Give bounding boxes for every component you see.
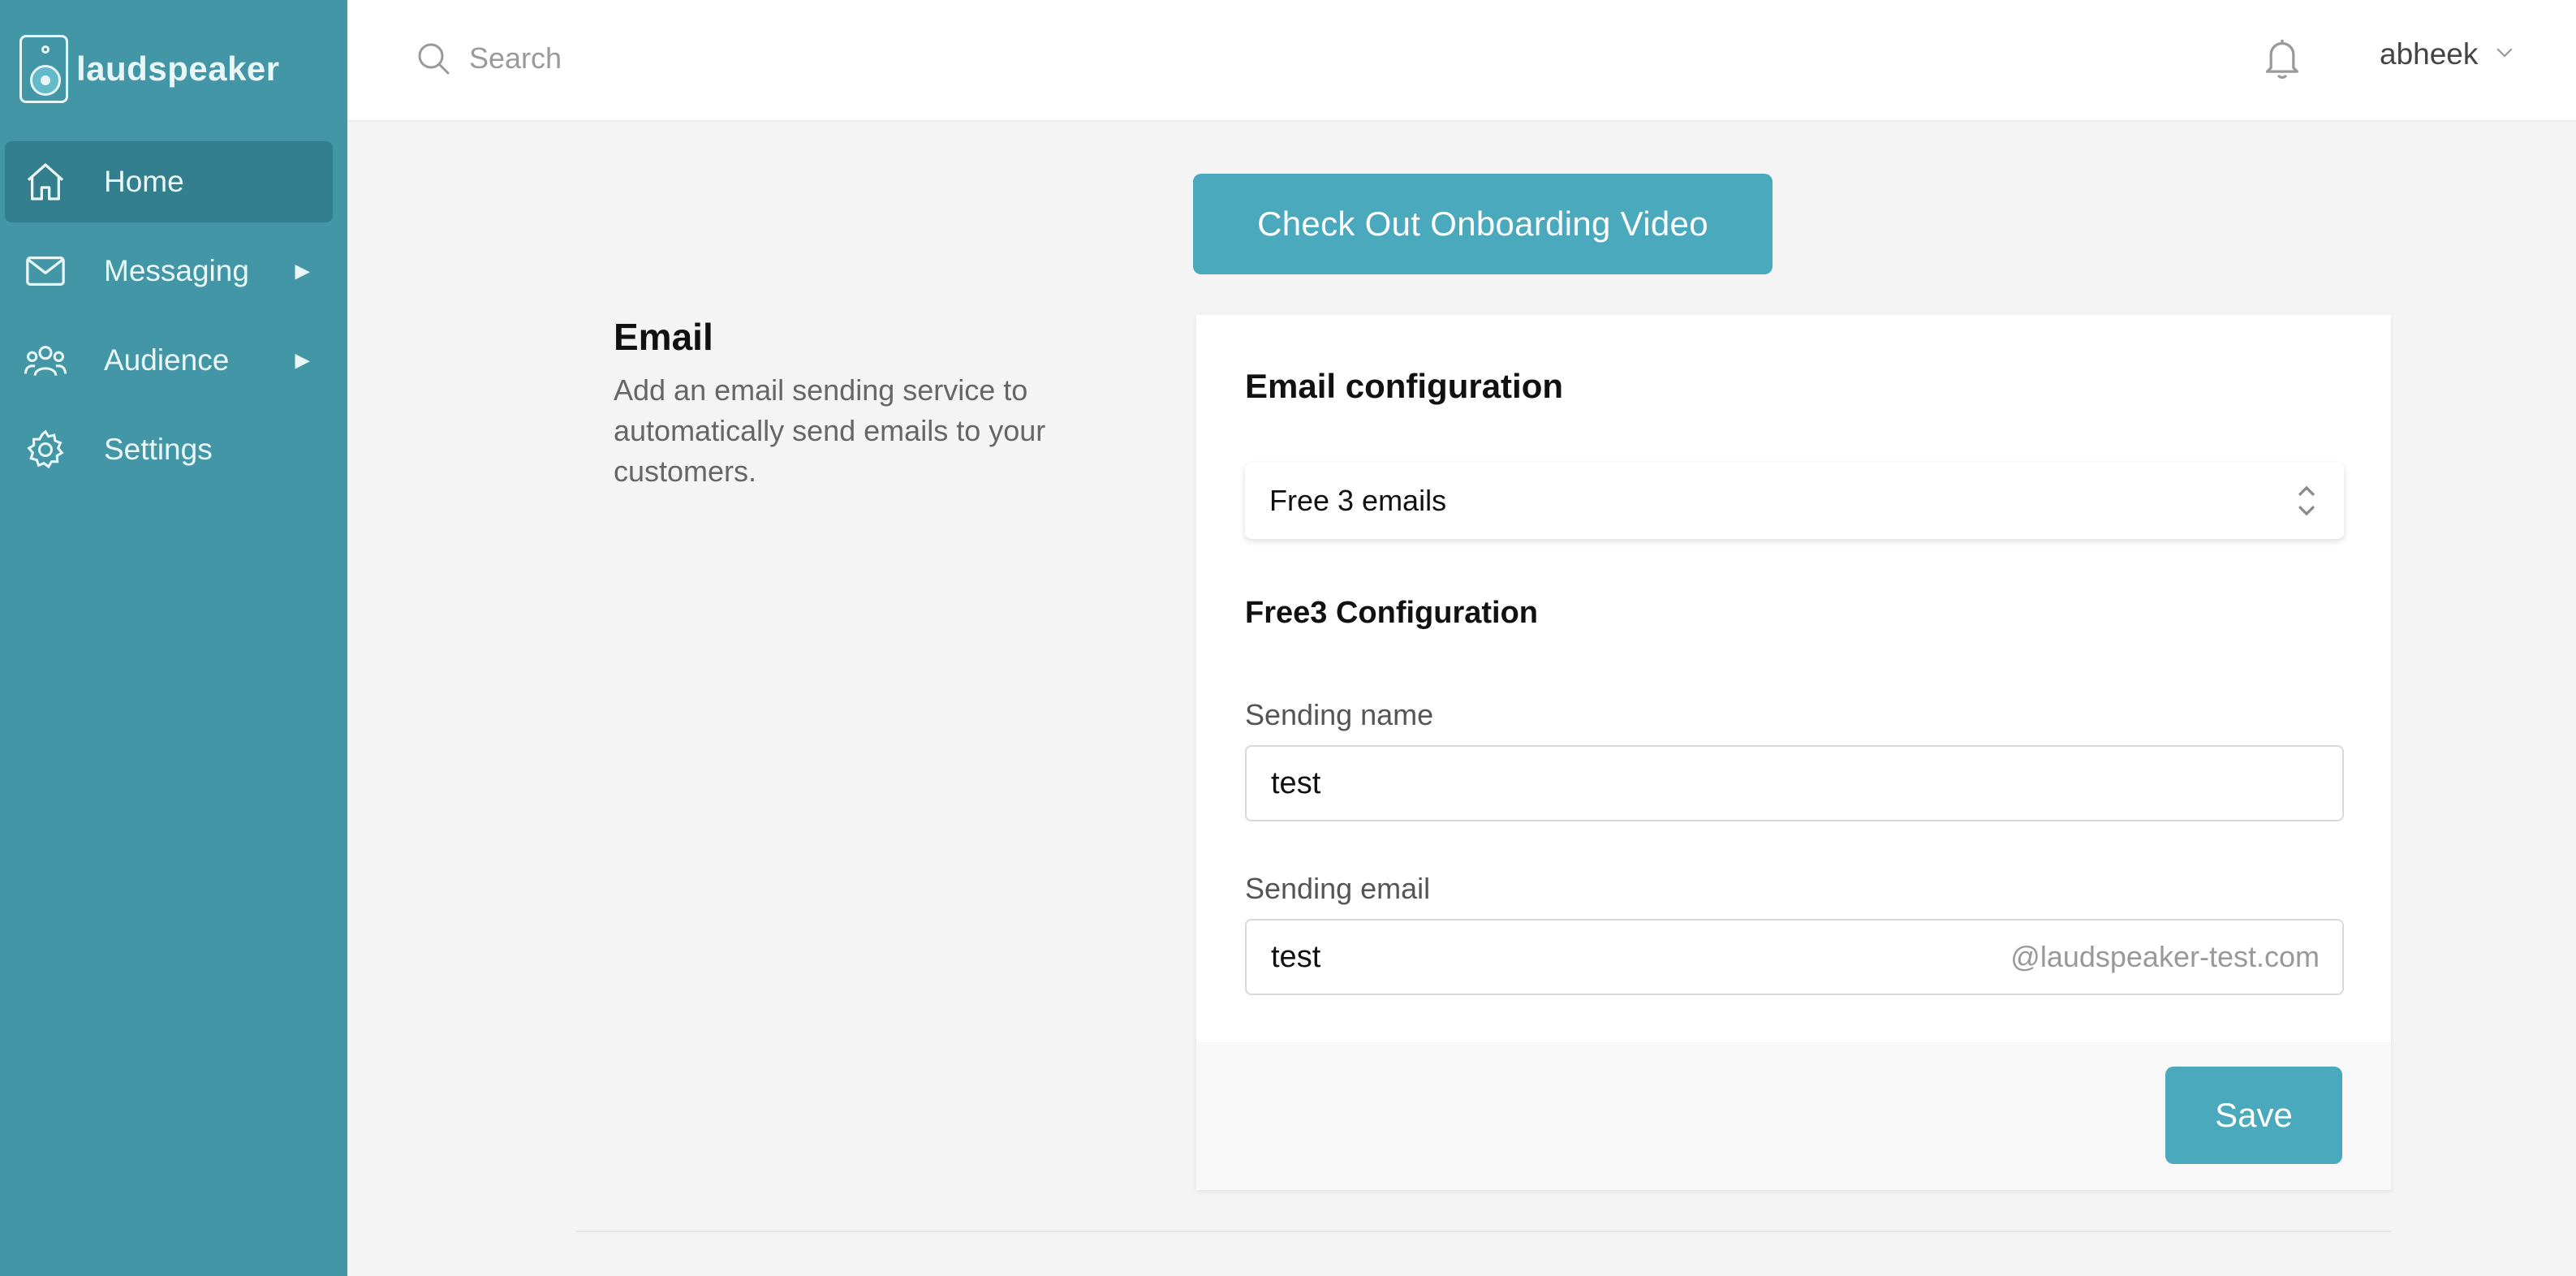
sidebar-item-label: Messaging	[104, 254, 249, 287]
envelope-icon	[23, 248, 68, 294]
chevron-updown-icon	[2289, 481, 2324, 525]
card-title: Email configuration	[1245, 367, 1564, 405]
section-description: Add an email sending service to automati…	[614, 373, 1046, 488]
top-header: abheek	[347, 0, 2576, 122]
search-icon	[414, 39, 453, 82]
speaker-icon	[19, 35, 68, 103]
expand-arrow-icon[interactable]: ▶	[295, 260, 310, 283]
sidebar-item-audience[interactable]: Audience ▶	[5, 320, 333, 401]
user-menu[interactable]: abheek	[2380, 37, 2517, 71]
email-config-card: Email configuration Free 3 emails Free3 …	[1196, 315, 2391, 1190]
sidebar-item-home[interactable]: Home	[5, 141, 333, 222]
sidebar-item-label: Settings	[104, 433, 213, 466]
expand-arrow-icon[interactable]: ▶	[295, 349, 310, 373]
card-footer: Save	[1196, 1042, 2391, 1190]
onboarding-video-button[interactable]: Check Out Onboarding Video	[1193, 174, 1773, 274]
divider	[576, 1231, 2391, 1232]
sidebar-item-label: Audience	[104, 343, 230, 377]
brand-name: laudspeaker	[76, 50, 280, 88]
sidebar: laudspeaker Home Messaging ▶ Audience ▶ …	[0, 0, 347, 1276]
sending-email-label: Sending email	[1245, 872, 1431, 905]
sending-name-field[interactable]	[1245, 745, 2344, 821]
gear-icon	[23, 427, 68, 472]
sidebar-nav: Home Messaging ▶ Audience ▶ Settings	[5, 141, 333, 498]
provider-select[interactable]: Free 3 emails	[1245, 463, 2344, 539]
home-icon	[23, 159, 68, 205]
sending-name-label: Sending name	[1245, 698, 1434, 731]
brand-logo[interactable]: laudspeaker	[19, 32, 280, 106]
chevron-down-icon	[2492, 37, 2517, 71]
provider-select-value: Free 3 emails	[1269, 484, 1447, 517]
sidebar-item-label: Home	[104, 165, 184, 198]
bell-icon[interactable]	[2259, 34, 2305, 87]
section-title: Email	[614, 316, 713, 358]
save-button[interactable]: Save	[2165, 1067, 2342, 1164]
email-domain-suffix: @laudspeaker-test.com	[2010, 940, 2320, 973]
user-name: abheek	[2380, 37, 2479, 71]
sidebar-item-settings[interactable]: Settings	[5, 409, 333, 490]
config-subtitle: Free3 Configuration	[1245, 596, 1539, 630]
sending-name-input[interactable]	[1271, 747, 1920, 820]
sending-email-field[interactable]: @laudspeaker-test.com	[1245, 919, 2344, 995]
sidebar-item-messaging[interactable]: Messaging ▶	[5, 231, 333, 312]
sending-email-input[interactable]	[1271, 920, 1920, 994]
search-input[interactable]	[469, 32, 1281, 84]
people-icon	[23, 338, 68, 383]
